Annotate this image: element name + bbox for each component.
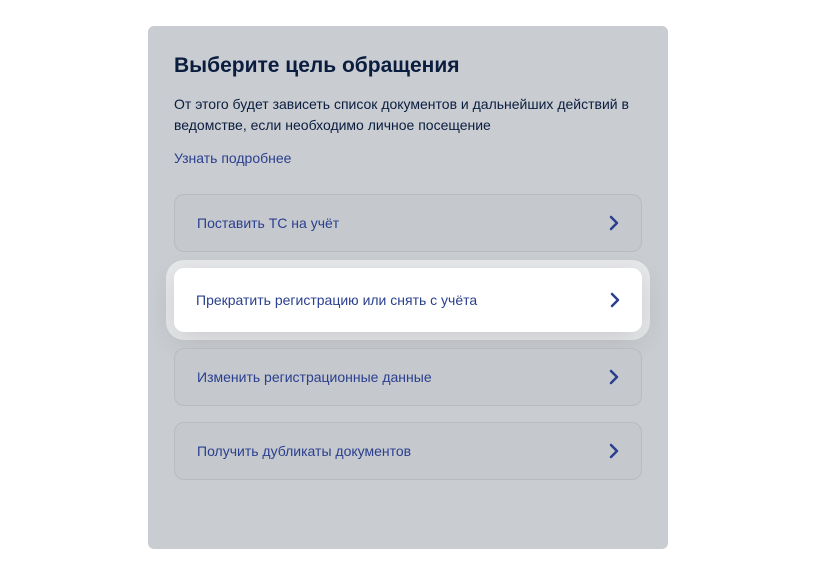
options-list: Поставить ТС на учёт Прекратить регистра…	[174, 194, 642, 480]
learn-more-link[interactable]: Узнать подробнее	[174, 150, 291, 166]
selection-panel: Выберите цель обращения От этого будет з…	[148, 26, 668, 549]
chevron-right-icon	[610, 292, 620, 308]
chevron-right-icon	[609, 215, 619, 231]
chevron-right-icon	[609, 369, 619, 385]
option-label: Получить дубликаты документов	[197, 443, 411, 459]
option-label: Прекратить регистрацию или снять с учёта	[196, 292, 477, 308]
option-terminate-registration[interactable]: Прекратить регистрацию или снять с учёта	[174, 268, 642, 332]
option-duplicates[interactable]: Получить дубликаты документов	[174, 422, 642, 480]
option-change-data[interactable]: Изменить регистрационные данные	[174, 348, 642, 406]
option-label: Поставить ТС на учёт	[197, 215, 339, 231]
option-register-vehicle[interactable]: Поставить ТС на учёт	[174, 194, 642, 252]
option-label: Изменить регистрационные данные	[197, 369, 432, 385]
chevron-right-icon	[609, 443, 619, 459]
page-subtitle: От этого будет зависеть список документо…	[174, 94, 642, 136]
page-title: Выберите цель обращения	[174, 54, 642, 78]
